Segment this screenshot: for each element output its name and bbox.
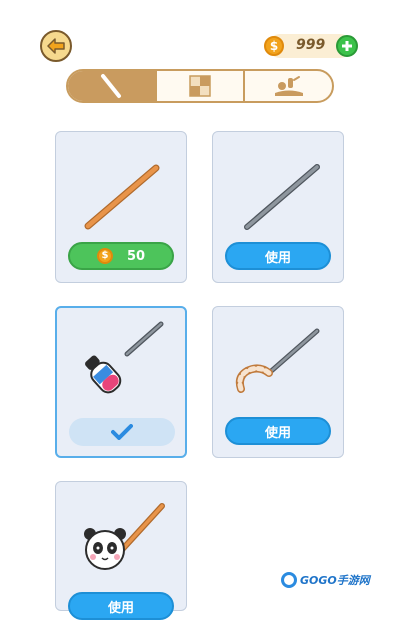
use-label: 使用 bbox=[264, 425, 291, 441]
use-button[interactable]: 使用 bbox=[225, 242, 331, 270]
category-tabs bbox=[66, 69, 334, 103]
tab-sticks[interactable] bbox=[68, 71, 155, 101]
buy-button[interactable]: $ 50 bbox=[68, 242, 174, 270]
add-coins-button[interactable] bbox=[336, 35, 358, 57]
scene-icon bbox=[274, 76, 303, 96]
metal-needle-image bbox=[244, 164, 320, 230]
wooden-stick-image bbox=[84, 164, 160, 230]
coin-icon: $ bbox=[96, 248, 113, 264]
checkmark-icon bbox=[111, 424, 133, 440]
coin-icon: $ bbox=[264, 36, 284, 56]
watermark-logo-icon bbox=[281, 572, 297, 588]
equipped-indicator bbox=[69, 418, 175, 446]
item-card-metal-needle[interactable]: 使用 bbox=[212, 131, 344, 283]
item-card-panda-stick[interactable]: 使用 bbox=[55, 481, 187, 620]
watermark: GOGO手游网 bbox=[281, 570, 370, 590]
tab-scenes[interactable] bbox=[243, 71, 332, 101]
use-button[interactable]: 使用 bbox=[225, 417, 331, 445]
back-button[interactable] bbox=[40, 30, 72, 62]
checker-icon bbox=[189, 75, 211, 97]
stick-icon bbox=[101, 74, 122, 98]
item-card-paintbrush-needle[interactable] bbox=[55, 306, 187, 458]
item-card-candy-cane-needle[interactable]: 使用 bbox=[212, 306, 344, 458]
use-button[interactable]: 使用 bbox=[68, 592, 174, 620]
panda-stick-image bbox=[84, 503, 165, 570]
use-label: 使用 bbox=[264, 250, 291, 266]
arrow-left-icon bbox=[47, 38, 65, 54]
item-card-wooden-stick[interactable]: $ 50 bbox=[55, 131, 187, 283]
candy-cane-needle-image bbox=[235, 328, 320, 393]
use-label: 使用 bbox=[107, 600, 134, 616]
coin-count: 999 bbox=[296, 37, 326, 53]
price-label: 50 bbox=[126, 248, 146, 264]
paintbrush-needle-image bbox=[85, 321, 164, 394]
tab-patterns[interactable] bbox=[154, 71, 244, 101]
watermark-text: GOGO手游网 bbox=[300, 574, 370, 587]
